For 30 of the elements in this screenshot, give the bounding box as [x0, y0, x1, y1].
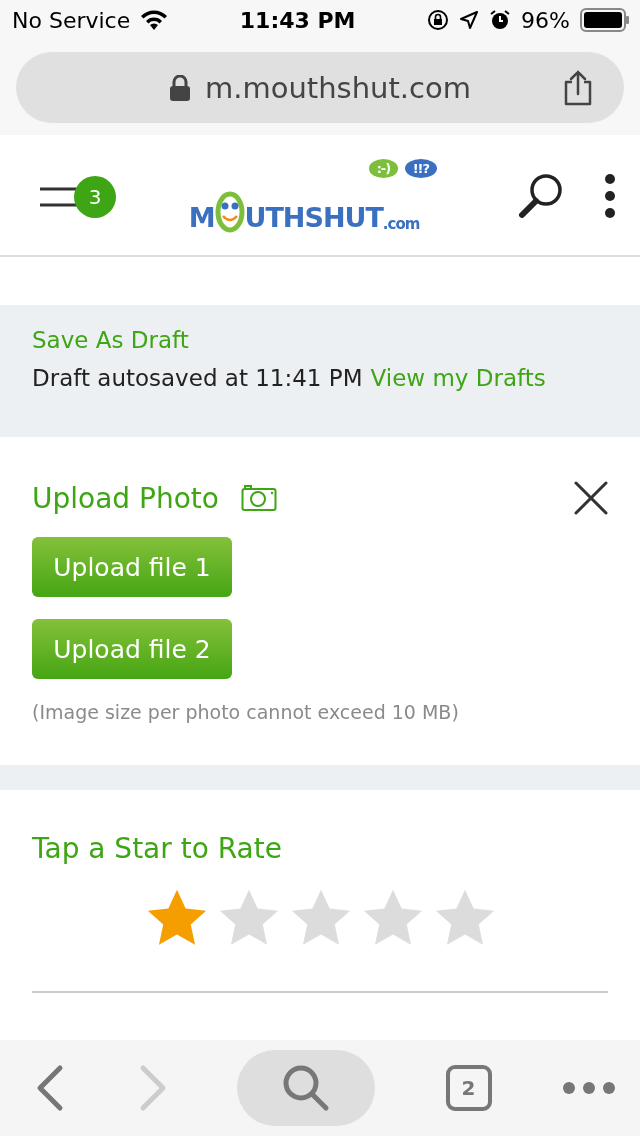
search-icon — [282, 1064, 330, 1112]
close-icon[interactable] — [574, 481, 608, 515]
site-logo[interactable]: M UTHSHUT.com :-) !!? — [188, 158, 450, 233]
search-icon[interactable] — [518, 171, 564, 220]
notification-badge: 3 — [74, 175, 116, 218]
rating-title: Tap a Star to Rate — [32, 832, 283, 865]
upload-file-button[interactable]: Upload file 1 — [32, 537, 232, 597]
upload-photo-title: Upload Photo — [32, 481, 219, 515]
battery-icon — [580, 8, 630, 32]
save-as-draft-link[interactable]: Save As Draft — [32, 327, 608, 353]
clock-time: 11:43 PM — [239, 7, 356, 33]
menu-button[interactable]: 3 — [40, 165, 120, 226]
more-icon[interactable] — [562, 1081, 616, 1095]
location-arrow-icon — [459, 10, 480, 30]
wifi-icon — [140, 10, 169, 30]
upload-file-button[interactable]: Upload file 2 — [32, 619, 232, 679]
view-drafts-link[interactable]: View my Drafts — [370, 365, 546, 391]
alarm-clock-icon — [489, 9, 512, 31]
tabs-button[interactable]: 2 — [445, 1065, 492, 1111]
share-icon[interactable] — [562, 70, 594, 106]
carrier-text: No Service — [12, 7, 131, 33]
smiley-face-icon — [214, 190, 245, 233]
address-bar[interactable]: m.mouthshut.com — [16, 52, 624, 123]
size-limit-note: (Image size per photo cannot exceed 10 MB) — [32, 701, 460, 723]
more-options-icon[interactable] — [604, 172, 616, 219]
rotation-lock-icon — [427, 9, 450, 31]
autosave-status: Draft autosaved at 11:41 PM — [32, 365, 363, 391]
lock-icon — [169, 74, 191, 101]
camera-icon — [240, 484, 277, 512]
battery-percent: 96% — [521, 7, 570, 33]
